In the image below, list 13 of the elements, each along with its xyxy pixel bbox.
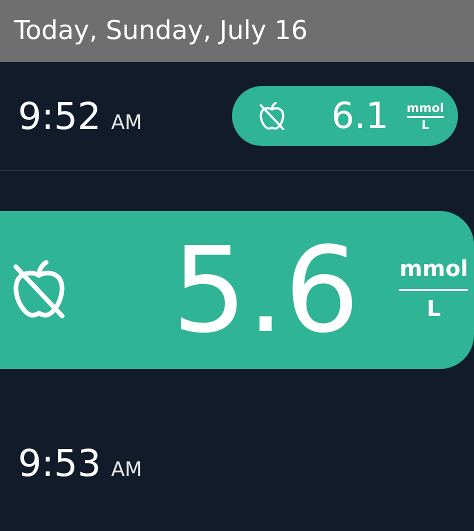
- reading-value: 5.6: [172, 231, 360, 349]
- time-label: 9:52: [18, 94, 102, 138]
- period-label: AM: [111, 110, 142, 134]
- unit-label: L: [426, 296, 441, 324]
- period-label: AM: [111, 456, 142, 480]
- date-header: Today, Sunday, July 16: [14, 16, 308, 46]
- unit-label: L: [421, 118, 430, 132]
- unit-label: mmol: [406, 100, 444, 118]
- reading-value: 6.1: [331, 96, 389, 136]
- no-apple-icon: [258, 101, 286, 131]
- time-label: 9:53: [18, 442, 102, 484]
- reading-badge[interactable]: 6.1 mmol L: [232, 86, 458, 146]
- unit-label: mmol: [399, 255, 468, 291]
